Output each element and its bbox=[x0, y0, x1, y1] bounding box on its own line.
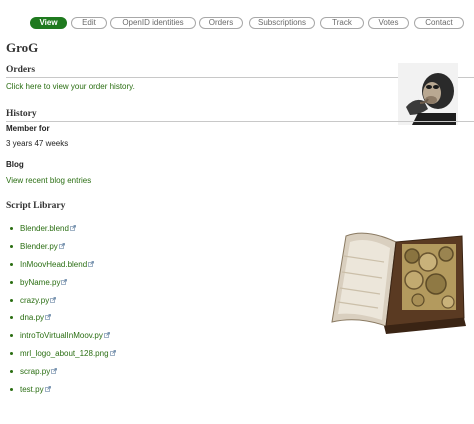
tab-view[interactable]: View bbox=[30, 17, 67, 29]
script-list-item: mrl_logo_about_128.png bbox=[8, 349, 116, 367]
profile-tabs: View Edit OpenID identities Orders Subsc… bbox=[30, 17, 470, 29]
script-link[interactable]: Blender.py bbox=[20, 242, 58, 251]
recent-blog-entries-link[interactable]: View recent blog entries bbox=[6, 176, 91, 185]
member-for-label: Member for bbox=[6, 124, 50, 133]
script-link[interactable]: test.py bbox=[20, 385, 44, 394]
external-link-icon bbox=[44, 386, 51, 392]
tab-subscriptions[interactable]: Subscriptions bbox=[249, 17, 315, 29]
script-list-item: test.py bbox=[8, 385, 116, 403]
blog-heading: Blog bbox=[6, 160, 24, 169]
script-link[interactable]: introToVirtualInMoov.py bbox=[20, 331, 103, 340]
book-of-gears-image bbox=[331, 232, 466, 334]
order-history-link[interactable]: Click here to view your order history. bbox=[6, 82, 135, 91]
external-link-icon bbox=[50, 296, 57, 303]
script-link[interactable]: InMoovHead.blend bbox=[20, 260, 87, 269]
script-link[interactable]: Blender.blend bbox=[20, 224, 69, 233]
script-list-item: crazy.py bbox=[8, 296, 116, 314]
history-divider bbox=[6, 121, 474, 122]
external-link-icon bbox=[103, 332, 110, 339]
orders-heading: Orders bbox=[6, 65, 36, 75]
user-avatar bbox=[398, 63, 458, 125]
tab-votes[interactable]: Votes bbox=[368, 17, 409, 29]
tab-track[interactable]: Track bbox=[320, 17, 364, 29]
script-list-item: InMoovHead.blend bbox=[8, 260, 116, 278]
script-link[interactable]: dna.py bbox=[20, 313, 44, 322]
script-list: Blender.blend Blender.py InMoovHead.blend b… bbox=[8, 224, 116, 403]
tab-orders[interactable]: Orders bbox=[199, 17, 243, 29]
script-link[interactable]: crazy.py bbox=[20, 296, 49, 305]
external-link-icon bbox=[45, 314, 51, 321]
script-list-item: Blender.blend bbox=[8, 224, 116, 242]
tab-openid-identities[interactable]: OpenID identities bbox=[110, 17, 196, 29]
script-list-item: scrap.py bbox=[8, 367, 116, 385]
member-for-value: 3 years 47 weeks bbox=[6, 139, 69, 148]
script-list-item: introToVirtualInMoov.py bbox=[8, 331, 116, 349]
tab-contact[interactable]: Contact bbox=[414, 17, 464, 29]
script-link[interactable]: byName.py bbox=[20, 278, 60, 287]
script-link[interactable]: scrap.py bbox=[20, 367, 50, 376]
external-link-icon bbox=[109, 350, 116, 357]
script-link[interactable]: mrl_logo_about_128.png bbox=[20, 349, 109, 358]
external-link-icon bbox=[51, 368, 58, 375]
script-list-item: dna.py bbox=[8, 313, 116, 331]
user-name-title: GroG bbox=[6, 40, 39, 55]
script-library-heading: Script Library bbox=[6, 201, 66, 211]
tab-edit[interactable]: Edit bbox=[71, 17, 107, 29]
script-list-item: Blender.py bbox=[8, 242, 116, 260]
external-link-icon bbox=[88, 260, 95, 267]
script-list-item: byName.py bbox=[8, 278, 116, 296]
external-link-icon bbox=[61, 278, 68, 285]
external-link-icon bbox=[58, 242, 65, 249]
history-heading: History bbox=[6, 109, 37, 119]
external-link-icon bbox=[70, 225, 76, 231]
